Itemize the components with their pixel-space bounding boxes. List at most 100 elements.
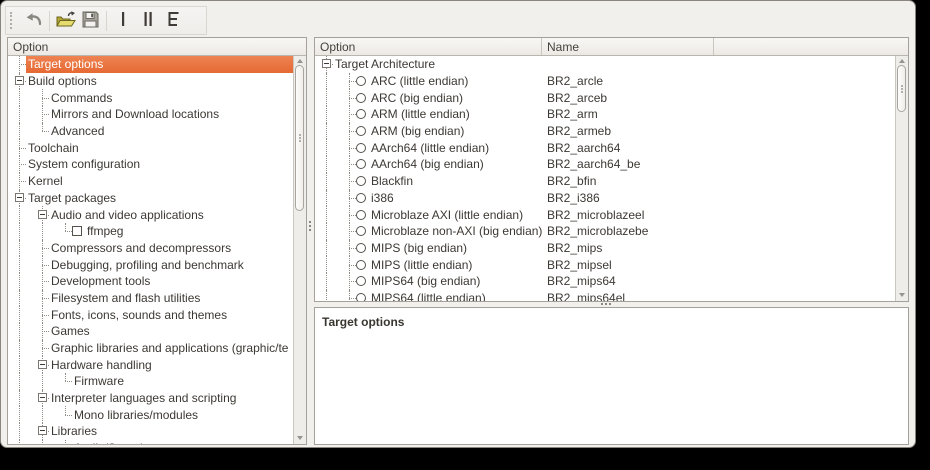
right-tree-row[interactable]: ARC (little endian)BR2_arcle [315, 73, 895, 90]
tree-row-body: Filesystem and flash utilities [49, 290, 293, 307]
toolbar-separator [49, 11, 50, 31]
right-tree-row[interactable]: Microblaze AXI (little endian)BR2_microb… [315, 206, 895, 223]
right-tree-row[interactable]: Microblaze non-AXI (big endian)BR2_micro… [315, 223, 895, 240]
save-button[interactable] [78, 8, 103, 33]
right-tree-row[interactable]: MIPS (big endian)BR2_mips [315, 240, 895, 257]
scroll-down-arrow-icon[interactable] [899, 293, 905, 297]
left-tree-row[interactable]: Target packages [8, 190, 293, 207]
radio-icon[interactable] [356, 76, 366, 86]
expander-minus-icon[interactable] [322, 59, 331, 68]
split-view-button[interactable] [135, 8, 160, 33]
toolbar-drag-handle[interactable] [10, 12, 15, 29]
scroll-up-arrow-icon[interactable] [297, 59, 303, 63]
tree-branch-line [319, 290, 342, 301]
radio-icon[interactable] [356, 193, 366, 203]
right-tree-row[interactable]: Target Architecture [315, 56, 895, 73]
single-view-icon [115, 11, 131, 30]
left-tree-row[interactable]: Mirrors and Download locations [8, 106, 293, 123]
tree-branch-junction [35, 256, 49, 273]
right-tree-row[interactable]: MIPS64 (little endian)BR2_mips64el [315, 290, 895, 301]
radio-icon[interactable] [356, 210, 366, 220]
right-tree-row[interactable]: ARM (big endian)BR2_armeb [315, 123, 895, 140]
scroll-down-arrow-icon[interactable] [297, 436, 303, 440]
radio-icon[interactable] [356, 293, 366, 301]
right-tree-row[interactable]: ARM (little endian)BR2_arm [315, 106, 895, 123]
left-tree-row[interactable]: Filesystem and flash utilities [8, 290, 293, 307]
checkbox-icon[interactable] [72, 226, 82, 236]
expander-minus-icon[interactable] [15, 193, 24, 202]
scrollbar-thumb[interactable] [897, 65, 906, 112]
left-tree-row[interactable]: Graphic libraries and applications (grap… [8, 340, 293, 357]
left-tree-row[interactable]: Commands [8, 89, 293, 106]
scroll-up-arrow-icon[interactable] [899, 59, 905, 63]
vertical-splitter-grip[interactable] [309, 221, 311, 223]
left-tree-row[interactable]: ffmpeg [8, 223, 293, 240]
radio-icon[interactable] [356, 260, 366, 270]
tree-branch-junction [35, 323, 49, 340]
left-tree-row[interactable]: Libraries [8, 423, 293, 440]
right-panel-header: Option Name [315, 38, 908, 56]
radio-icon[interactable] [356, 159, 366, 169]
left-tree-row[interactable]: Mono libraries/modules [8, 406, 293, 423]
name-column-header[interactable]: Name [542, 38, 714, 55]
tree-branch-line [319, 206, 342, 223]
left-tree-row[interactable]: Kernel [8, 173, 293, 190]
expander-minus-icon[interactable] [38, 393, 47, 402]
left-panel-header: Option [8, 38, 306, 56]
option-column-header[interactable]: Option [315, 38, 542, 55]
radio-icon[interactable] [356, 176, 366, 186]
expander-minus-icon[interactable] [38, 210, 47, 219]
right-tree-row[interactable]: AArch64 (big endian)BR2_aarch64_be [315, 156, 895, 173]
tree-item-label: ARM (big endian) [369, 124, 466, 138]
tree-branch-junction [12, 56, 26, 73]
single-view-button[interactable] [110, 8, 135, 33]
left-tree-row[interactable]: Toolchain [8, 139, 293, 156]
right-tree-row[interactable]: MIPS64 (big endian)BR2_mips64 [315, 273, 895, 290]
left-tree-row[interactable]: Firmware [8, 373, 293, 390]
back-button[interactable] [21, 8, 46, 33]
radio-icon[interactable] [356, 143, 366, 153]
left-tree-row[interactable]: Audio/Sound [8, 440, 293, 444]
tree-item-label: Libraries [49, 424, 99, 438]
right-tree-row[interactable]: i386BR2_i386 [315, 190, 895, 207]
left-tree-row[interactable]: Development tools [8, 273, 293, 290]
tree-row-body: Target packages [26, 190, 293, 207]
left-tree-row[interactable]: Interpreter languages and scripting [8, 390, 293, 407]
tree-branch-line [319, 273, 342, 290]
expander-minus-icon[interactable] [38, 426, 47, 435]
left-tree-row[interactable]: Audio and video applications [8, 206, 293, 223]
expander-minus-icon[interactable] [15, 76, 24, 85]
option-column-header[interactable]: Option [8, 38, 306, 55]
radio-icon[interactable] [356, 109, 366, 119]
tree-branch-junction [342, 273, 356, 290]
scrollbar-thumb[interactable] [295, 65, 304, 211]
right-tree-row[interactable]: BlackfinBR2_bfin [315, 173, 895, 190]
left-tree-row[interactable]: Games [8, 323, 293, 340]
left-vertical-scrollbar[interactable] [293, 55, 306, 444]
horizontal-splitter-grip[interactable] [601, 303, 603, 305]
left-tree-row[interactable]: Advanced [8, 123, 293, 140]
radio-icon[interactable] [356, 243, 366, 253]
left-tree-row[interactable]: Fonts, icons, sounds and themes [8, 306, 293, 323]
radio-icon[interactable] [356, 126, 366, 136]
open-button[interactable] [53, 8, 78, 33]
left-tree-row[interactable]: System configuration [8, 156, 293, 173]
right-tree-row[interactable]: MIPS (little endian)BR2_mipsel [315, 256, 895, 273]
full-view-button[interactable] [160, 8, 185, 33]
radio-icon[interactable] [356, 276, 366, 286]
left-tree-row[interactable]: Compressors and decompressors [8, 240, 293, 257]
left-tree-row[interactable]: Build options [8, 73, 293, 90]
left-tree-row[interactable]: Target options [8, 56, 293, 73]
tree-branch-line [12, 273, 35, 290]
right-tree-row[interactable]: ARC (big endian)BR2_arceb [315, 89, 895, 106]
left-tree-row[interactable]: Hardware handling [8, 356, 293, 373]
tree-item-label: Build options [26, 74, 99, 88]
left-tree-row[interactable]: Debugging, profiling and benchmark [8, 256, 293, 273]
radio-icon[interactable] [356, 93, 366, 103]
config-window: Option Target optionsBuild optionsComman… [0, 0, 916, 448]
config-symbol-name: BR2_aarch64_be [547, 156, 640, 173]
expander-minus-icon[interactable] [38, 360, 47, 369]
right-vertical-scrollbar[interactable] [895, 55, 908, 301]
right-tree-row[interactable]: AArch64 (little endian)BR2_aarch64 [315, 139, 895, 156]
radio-icon[interactable] [356, 226, 366, 236]
